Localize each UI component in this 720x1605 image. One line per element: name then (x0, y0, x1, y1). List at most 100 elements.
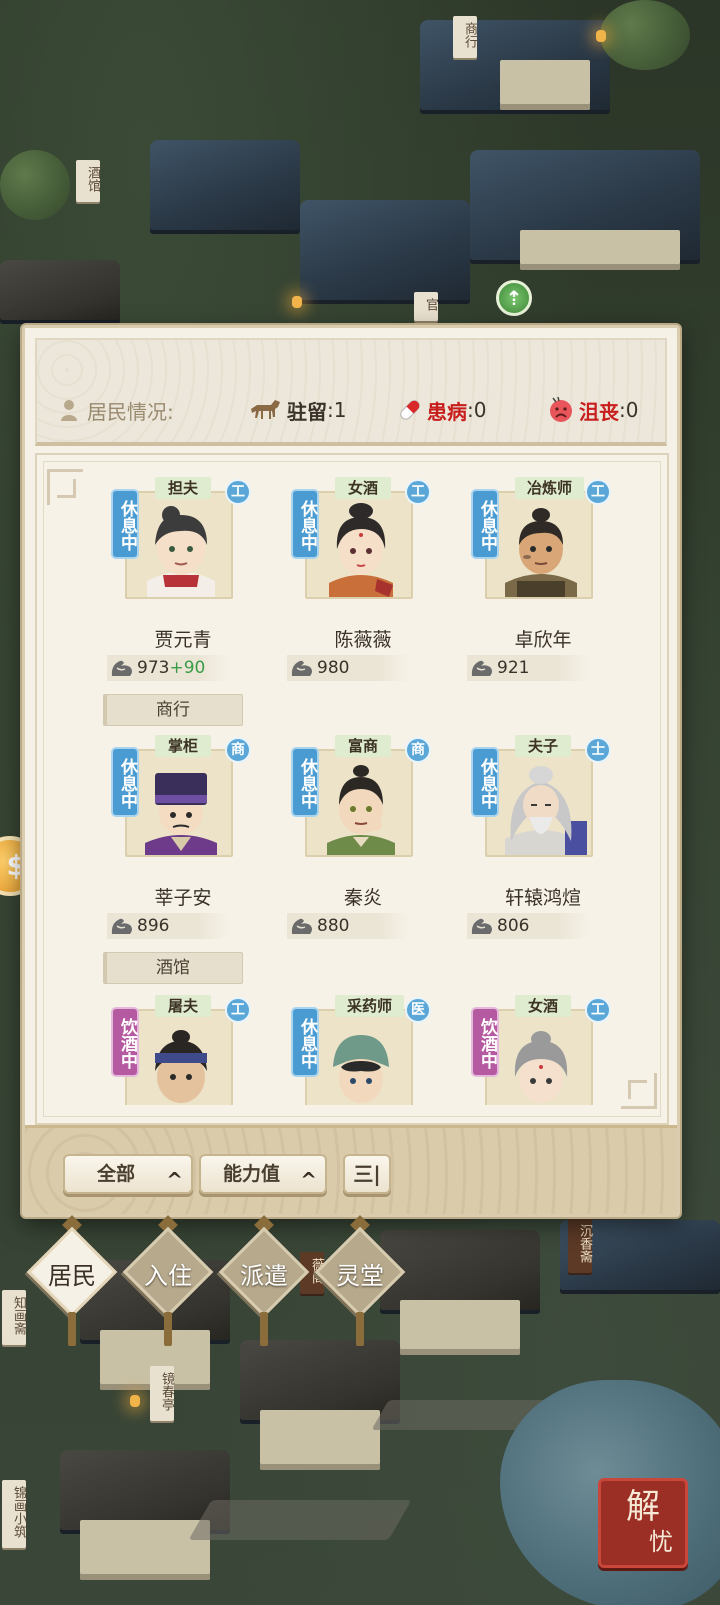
tab-move-in[interactable]: 入住 (122, 1215, 214, 1346)
resident-status-bar: 居民情况: 驻留 :1 患病 :0 沮丧:0 (35, 338, 667, 446)
resident-class-badge: 商 (225, 737, 251, 763)
station-status: 驻留 :1 (247, 395, 346, 425)
tab-label: 灵堂 (336, 1262, 384, 1290)
flexed-arm-icon (291, 660, 312, 676)
resident-job: 女酒 (515, 995, 571, 1017)
map-sign-tavern[interactable]: 酒馆 (76, 160, 100, 202)
character-portrait-image (127, 493, 231, 597)
resident-power: 806 (467, 913, 589, 939)
resident-portrait[interactable] (125, 1009, 233, 1105)
tab-tassel-decoration (68, 1312, 76, 1346)
filter-dropdown-label: 全部 (97, 1163, 136, 1185)
resident-card[interactable]: 掌柜 休息中 商 莘子安 896 酒馆 (103, 717, 263, 987)
building-roof (0, 260, 120, 320)
sort-dropdown[interactable]: 能力值 ^ (199, 1154, 327, 1194)
resident-job: 冶炼师 (515, 477, 585, 499)
resident-status: 居民情况: (59, 395, 174, 425)
resident-job: 掌柜 (155, 735, 211, 757)
resident-power-value: 896 (137, 916, 170, 936)
character-portrait-image (307, 493, 411, 597)
resident-portrait[interactable] (305, 1009, 413, 1105)
tab-label: 派遣 (240, 1262, 288, 1290)
character-portrait-image (487, 493, 591, 597)
tab-dispatch[interactable]: 派遣 (218, 1215, 310, 1346)
resident-job: 担夫 (155, 477, 211, 499)
resident-state-badge: 休息中 (113, 749, 137, 815)
resident-card[interactable]: 担夫 休息中 工 贾元青 973+90 商行 (103, 459, 263, 729)
resident-portrait[interactable] (305, 749, 413, 857)
map-sign-jingchunting[interactable]: 镜春亭 (150, 1366, 174, 1421)
tab-tassel-decoration (260, 1312, 268, 1346)
tab-label: 居民 (48, 1262, 96, 1290)
flexed-arm-icon (471, 660, 492, 676)
resident-card[interactable]: 采药师 休息中 医 (283, 977, 443, 1105)
resident-power: 980 (287, 655, 409, 681)
tab-residents[interactable]: 居民 (26, 1215, 118, 1346)
sad-status: 沮丧 :0 (547, 395, 638, 425)
chevron-up-icon: ^ (166, 1168, 183, 1192)
resident-job: 女酒 (335, 477, 391, 499)
building-wall (500, 60, 590, 110)
flexed-arm-icon (291, 918, 312, 934)
resident-job: 夫子 (515, 735, 571, 757)
resident-class-badge: 士 (585, 737, 611, 763)
resident-name: 轩辕鸿煊 (504, 887, 581, 909)
tab-tassel-decoration (164, 1312, 172, 1346)
resident-class-badge: 商 (405, 737, 431, 763)
resident-panel: 居民情况: 驻留 :1 患病 :0 沮丧:0 担夫 休息中 工 贾元青 973… (22, 325, 680, 1217)
map-sign-zhihuazhai[interactable]: 知画斋 (2, 1290, 26, 1345)
resident-power: 921 (467, 655, 589, 681)
resident-name: 秦炎 (343, 887, 382, 909)
resident-class-badge: 工 (225, 997, 251, 1023)
resident-portrait[interactable] (485, 749, 593, 857)
filter-dropdown[interactable]: 全部 ^ (63, 1154, 193, 1194)
resident-card[interactable]: 冶炼师 休息中 工 卓欣年 921 (463, 459, 623, 689)
tab-memorial-hall[interactable]: 灵堂 (314, 1215, 406, 1346)
resident-card[interactable]: 女酒 休息中 工 陈薇薇 980 (283, 459, 443, 689)
map-sign-chenxiangzhai[interactable]: 沉香斋 (568, 1218, 592, 1273)
resident-portrait[interactable] (125, 749, 233, 857)
map-sign-office[interactable]: 官 (414, 292, 438, 321)
map-sign-shop[interactable]: 商行 (453, 16, 477, 58)
map-event-button[interactable]: ⇡ (496, 280, 532, 316)
resident-portrait[interactable] (485, 1009, 593, 1105)
resident-portrait[interactable] (125, 491, 233, 599)
resident-list[interactable]: 担夫 休息中 工 贾元青 973+90 商行 女酒 休息中 工 陈薇薇 980 … (37, 455, 671, 1105)
jieyou-seal-button[interactable]: 解 忧 (598, 1478, 688, 1568)
resident-state-badge: 休息中 (473, 749, 497, 815)
resident-power: 896 (107, 913, 229, 939)
sort-order-button[interactable]: 三| (343, 1154, 391, 1194)
flexed-arm-icon (471, 918, 492, 934)
resident-portrait[interactable] (485, 491, 593, 599)
resident-card[interactable]: 夫子 休息中 士 轩辕鸿煊 806 (463, 717, 623, 947)
flexed-arm-icon (111, 660, 132, 676)
sick-status: 患病 :0 (397, 395, 486, 425)
resident-job: 采药师 (335, 995, 405, 1017)
resident-power: 973+90 (107, 655, 229, 681)
resident-card[interactable]: 女酒 饮酒中 工 (463, 977, 623, 1105)
resident-class-badge: 工 (225, 479, 251, 505)
person-icon (61, 400, 77, 421)
resident-power-value: 980 (317, 658, 350, 678)
pill-icon (400, 400, 420, 420)
station-count: :1 (327, 398, 347, 422)
sick-label: 患病 (427, 399, 467, 424)
resident-state-badge: 休息中 (113, 491, 137, 557)
sick-count: :0 (467, 398, 487, 422)
resident-power-bonus: +90 (169, 658, 206, 678)
station-label: 驻留 (287, 399, 327, 424)
resident-card[interactable]: 屠夫 饮酒中 工 (103, 977, 263, 1105)
resident-class-badge: 工 (585, 997, 611, 1023)
character-portrait-image (307, 751, 411, 855)
lantern (292, 296, 302, 308)
resident-power-value: 880 (317, 916, 350, 936)
resident-job: 富商 (335, 735, 391, 757)
resident-state-badge: 饮酒中 (113, 1009, 137, 1075)
resident-power-value: 973 (137, 658, 170, 678)
building-roof (240, 1340, 400, 1420)
map-sign-jinhuaxiaozhu[interactable]: 锦画小筑 (2, 1480, 26, 1548)
resident-job: 屠夫 (155, 995, 211, 1017)
resident-class-badge: 工 (585, 479, 611, 505)
resident-card[interactable]: 富商 休息中 商 秦炎 880 (283, 717, 443, 947)
resident-portrait[interactable] (305, 491, 413, 599)
